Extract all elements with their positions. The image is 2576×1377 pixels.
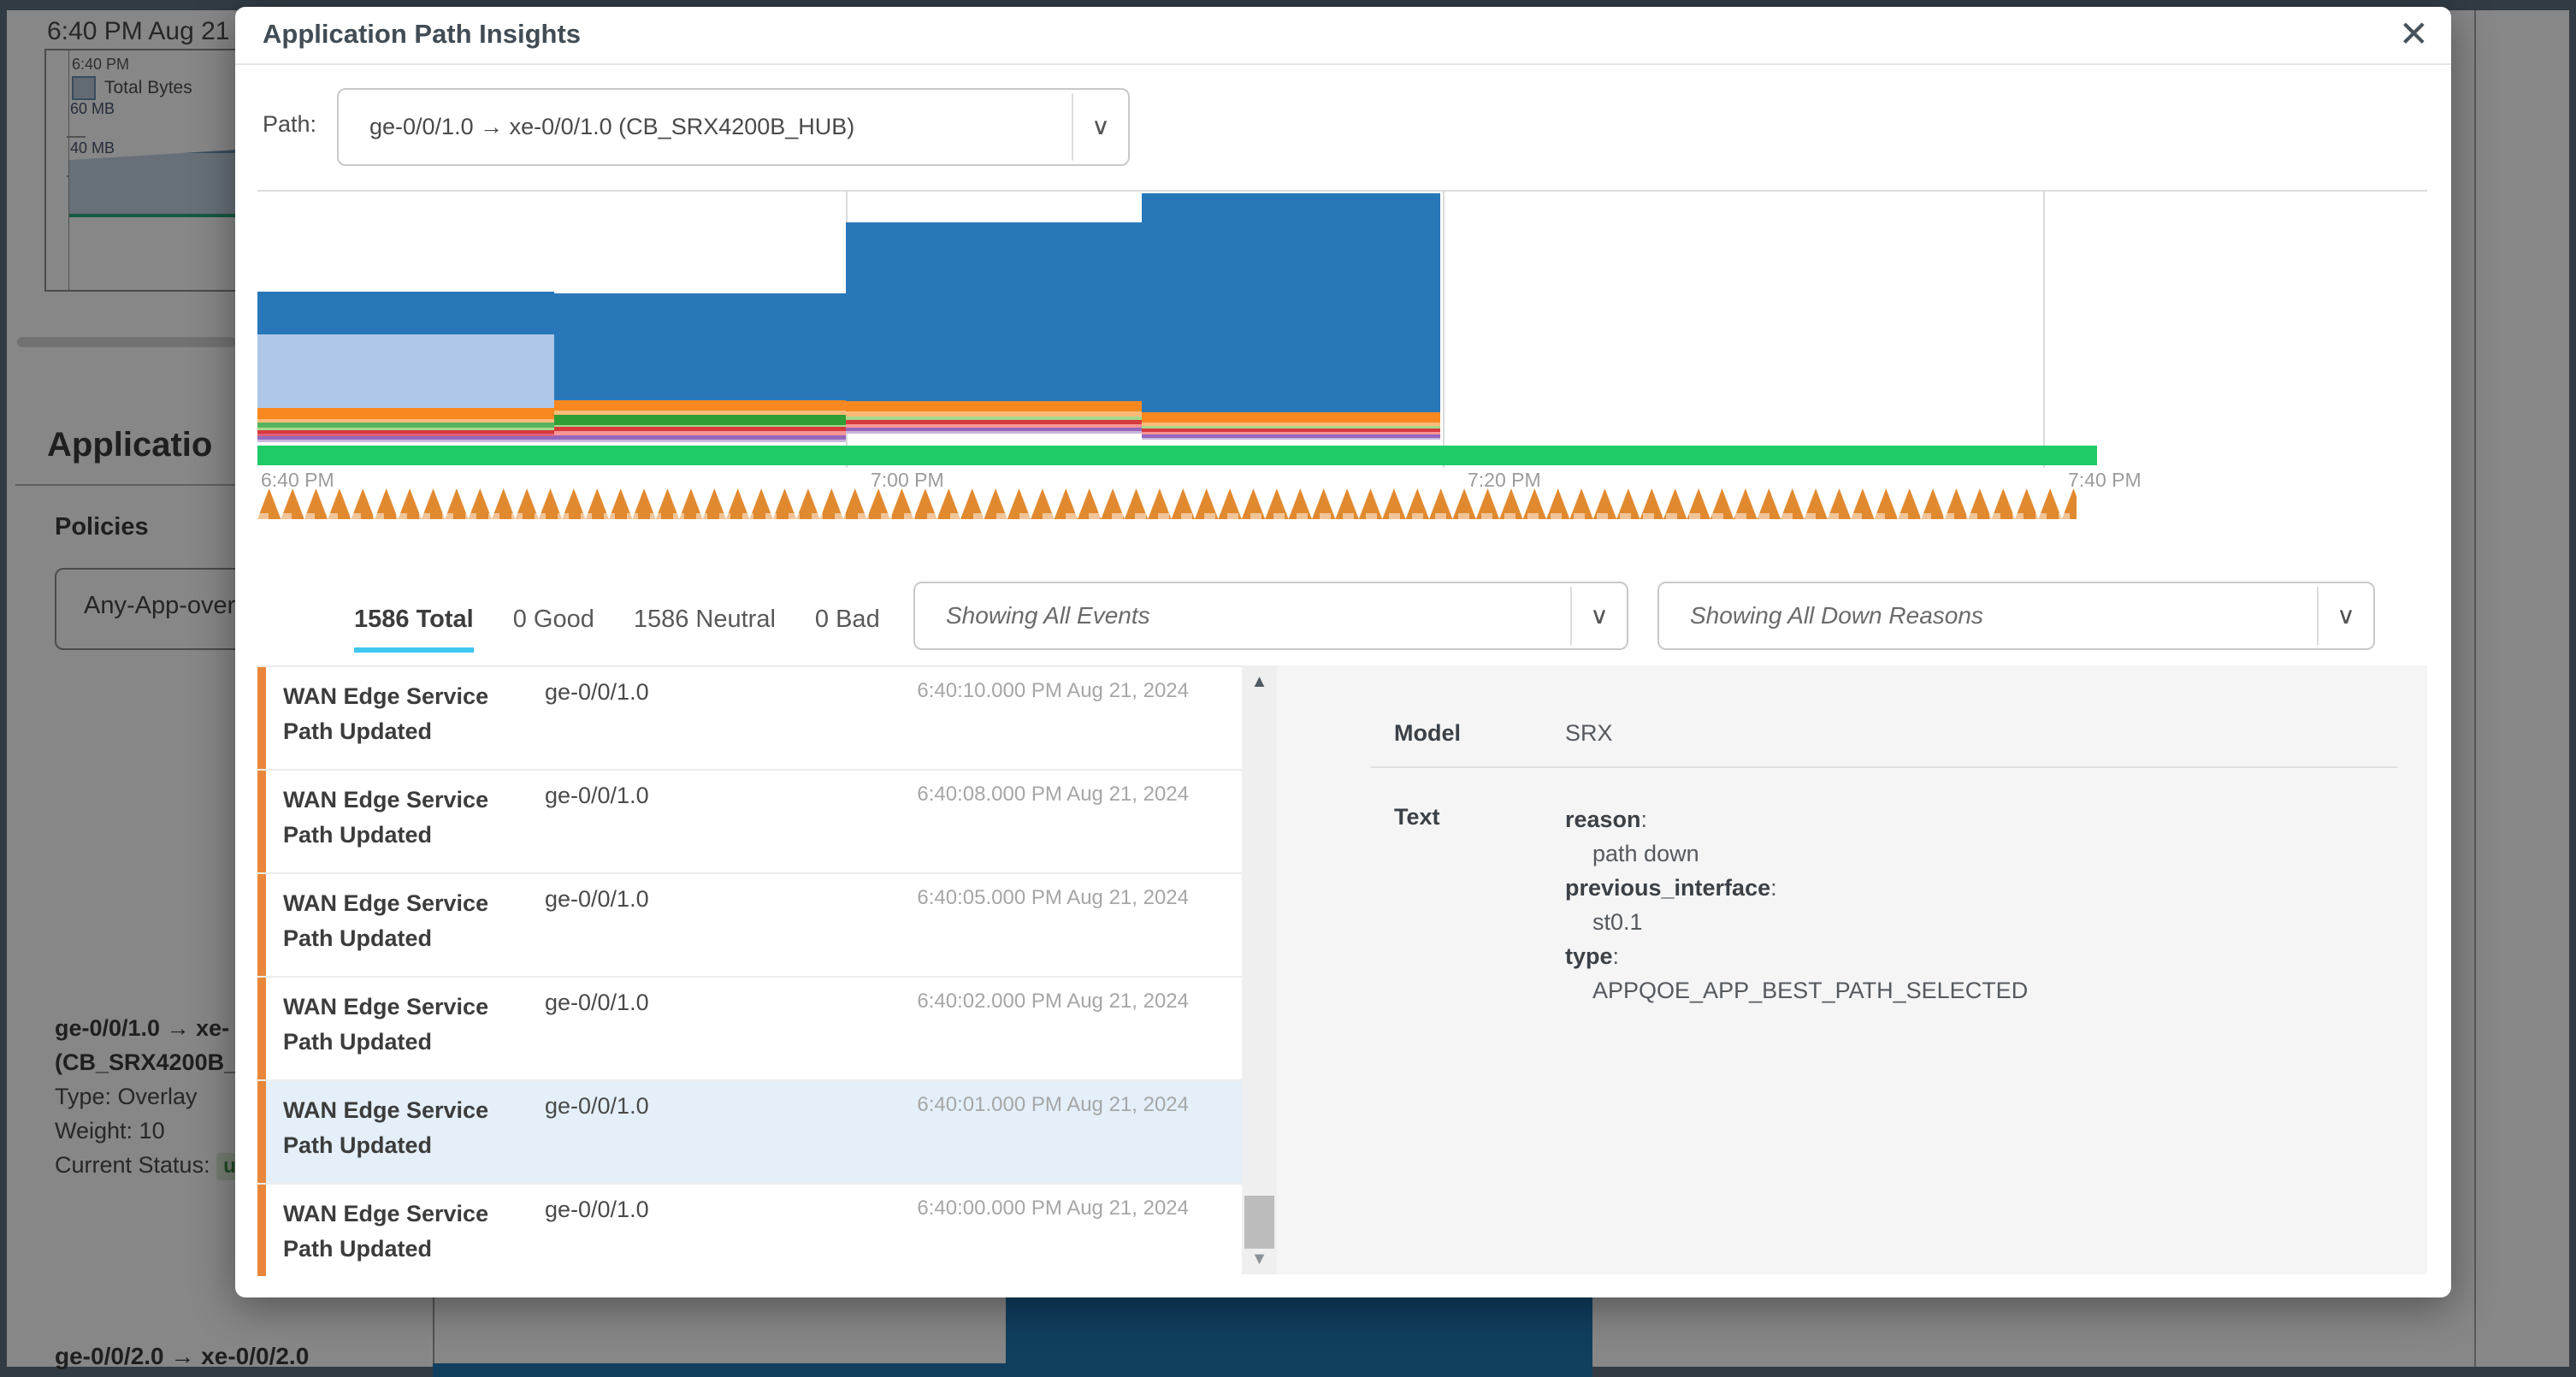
chart-layer (1142, 412, 1440, 423)
chart-layer (846, 222, 1142, 401)
tab-1[interactable]: 0 Good (513, 606, 594, 647)
chart-layer (554, 415, 846, 425)
event-severity-bar (257, 1185, 266, 1276)
detail-value: APPQOE_APP_BEST_PATH_SELECTED (1565, 973, 2028, 1008)
event-tabs: 1586 Total 0 Good 1586 Neutral 0 Bad (354, 606, 919, 653)
close-icon[interactable]: ✕ (2399, 14, 2429, 55)
event-timestamp: 6:40:02.000 PM Aug 21, 2024 (917, 990, 1189, 1014)
chart-layer (554, 400, 846, 411)
detail-value: st0.1 (1565, 905, 2028, 939)
chart-layer (1142, 438, 1440, 440)
chevron-down-icon: ∨ (2317, 587, 2373, 645)
detail-key: type: (1565, 939, 2028, 973)
event-row[interactable]: WAN Edge ServicePath Updated ge-0/0/1.0 6:… (257, 874, 1242, 978)
event-severity-bar (257, 978, 266, 1079)
event-list: WAN Edge ServicePath Updated ge-0/0/1.0 6:… (257, 665, 1242, 1276)
event-interface: ge-0/0/1.0 (545, 783, 649, 809)
down-reasons-filter-value: Showing All Down Reasons (1690, 583, 1983, 648)
chart-plot[interactable] (257, 190, 2427, 468)
gridline (2043, 192, 2045, 468)
detail-entries: reason:path downprevious_interface:st0.1… (1565, 802, 2028, 1008)
event-interface: ge-0/0/1.0 (545, 679, 649, 706)
event-title: WAN Edge ServicePath Updated (283, 679, 488, 749)
event-title: WAN Edge ServicePath Updated (283, 990, 488, 1060)
event-row[interactable]: WAN Edge ServicePath Updated ge-0/0/1.0 6:… (257, 771, 1242, 874)
chart-layer (846, 431, 1142, 434)
divider (235, 63, 2451, 65)
event-interface: ge-0/0/1.0 (545, 1197, 649, 1223)
event-row[interactable]: WAN Edge ServicePath Updated ge-0/0/1.0 6:… (257, 978, 1242, 1081)
event-row[interactable]: WAN Edge ServicePath Updated ge-0/0/1.0 6:… (257, 1185, 1242, 1276)
page: 6:40 PM Aug 21 - 6:40 PM Total Bytes 60 … (0, 0, 2576, 1377)
scrollbar-thumb[interactable] (1244, 1196, 1274, 1249)
modal-title: Application Path Insights (263, 19, 581, 50)
tab-0[interactable]: 1586 Total (354, 606, 474, 653)
event-title: WAN Edge ServicePath Updated (283, 886, 488, 956)
down-reasons-filter-select[interactable]: Showing All Down Reasons ∨ (1657, 582, 2375, 650)
event-interface: ge-0/0/1.0 (545, 886, 649, 913)
event-timestamp: 6:40:10.000 PM Aug 21, 2024 (917, 679, 1189, 703)
chart-layer (554, 293, 846, 400)
chart-layer (257, 408, 554, 419)
model-label: Model (1394, 720, 1461, 747)
chevron-down-icon: ∨ (1072, 93, 1128, 160)
detail-key: reason: (1565, 802, 2028, 836)
event-title: WAN Edge ServicePath Updated (283, 1093, 488, 1163)
event-interface: ge-0/0/1.0 (545, 1093, 649, 1120)
event-row[interactable]: WAN Edge ServicePath Updated ge-0/0/1.0 6:… (257, 667, 1242, 771)
event-interface: ge-0/0/1.0 (545, 990, 649, 1016)
event-title: WAN Edge ServicePath Updated (283, 783, 488, 853)
chart-layer (257, 440, 554, 442)
event-marker-strip-dashes (257, 513, 2077, 519)
event-timestamp: 6:40:00.000 PM Aug 21, 2024 (917, 1197, 1189, 1220)
events-filter-select[interactable]: Showing All Events ∨ (913, 582, 1628, 650)
text-label: Text (1394, 804, 1440, 830)
event-detail-panel: Model SRX Text reason:path downprevious_… (1277, 665, 2427, 1274)
tab-3[interactable]: 0 Bad (815, 606, 880, 647)
chart-layer (1142, 193, 1440, 412)
model-value: SRX (1565, 720, 1613, 747)
chart-layer (257, 292, 554, 334)
x-tick-label: 7:40 PM (2068, 469, 2142, 492)
gridline (1443, 192, 1445, 468)
detail-value: path down (1565, 836, 2028, 871)
event-severity-bar (257, 1081, 266, 1183)
event-timestamp: 6:40:08.000 PM Aug 21, 2024 (917, 783, 1189, 807)
chart-layer (257, 334, 554, 408)
event-list-scrollbar[interactable]: ▲ ▼ (1242, 665, 1277, 1274)
event-timestamp: 6:40:01.000 PM Aug 21, 2024 (917, 1093, 1189, 1117)
path-label: Path: (263, 111, 316, 138)
chart-layer (554, 440, 846, 442)
event-severity-bar (257, 874, 266, 976)
path-select-value: ge-0/0/1.0 → xe-0/0/1.0 (CB_SRX4200B_HUB… (369, 90, 854, 164)
divider (1371, 766, 2397, 768)
scroll-down-icon[interactable]: ▼ (1242, 1250, 1277, 1269)
chevron-down-icon: ∨ (1570, 587, 1627, 645)
scroll-up-icon[interactable]: ▲ (1242, 672, 1277, 692)
path-select[interactable]: ge-0/0/1.0 → xe-0/0/1.0 (CB_SRX4200B_HUB… (337, 88, 1130, 166)
chart-layer (846, 401, 1142, 411)
application-path-insights-modal: Application Path Insights ✕ Path: ge-0/0… (235, 7, 2451, 1297)
event-timestamp: 6:40:05.000 PM Aug 21, 2024 (917, 886, 1189, 910)
events-filter-value: Showing All Events (946, 583, 1150, 648)
event-severity-bar (257, 771, 266, 872)
event-severity-bar (257, 667, 266, 769)
tab-2[interactable]: 1586 Neutral (634, 606, 776, 647)
availability-bar (257, 446, 2097, 465)
event-row[interactable]: WAN Edge ServicePath Updated ge-0/0/1.0 6:… (257, 1081, 1242, 1185)
detail-key: previous_interface: (1565, 871, 2028, 905)
event-title: WAN Edge ServicePath Updated (283, 1197, 488, 1267)
